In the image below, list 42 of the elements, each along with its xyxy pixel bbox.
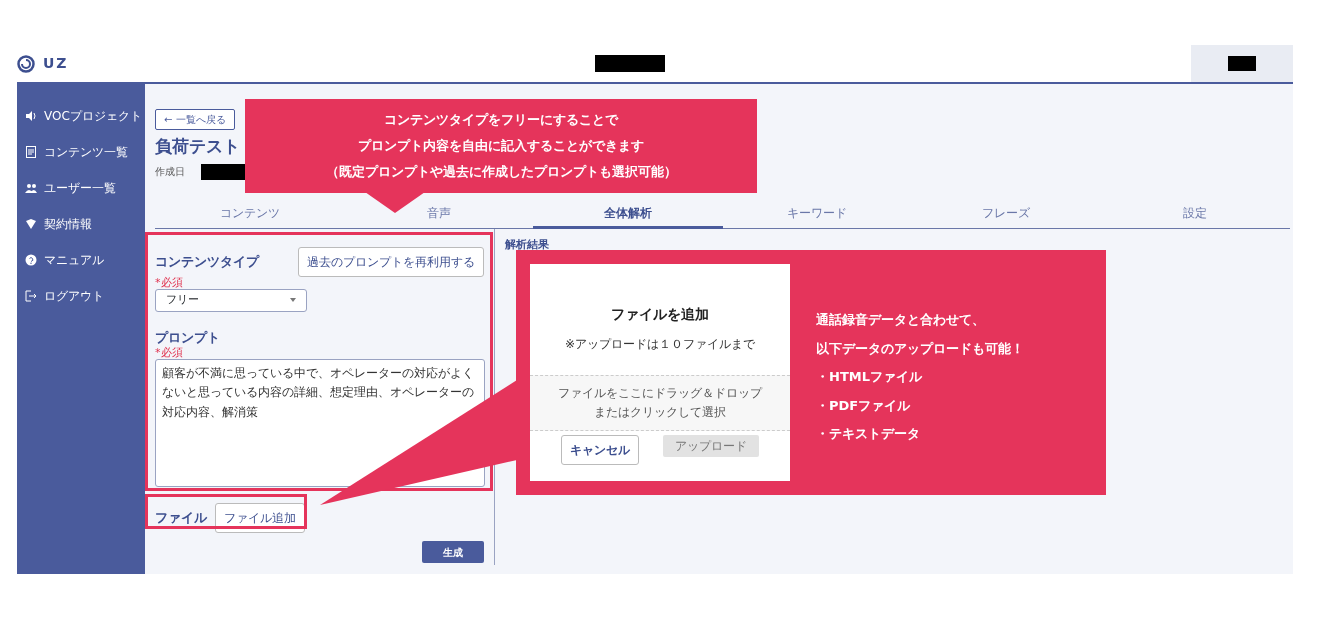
required-label: *必須 <box>155 347 184 360</box>
help-icon <box>25 254 37 266</box>
sidebar-item[interactable]: ログアウト <box>17 278 145 314</box>
sidebar-item[interactable]: 契約情報 <box>17 206 145 242</box>
users-icon <box>25 182 37 194</box>
content-type-select[interactable]: フリー <box>155 288 307 312</box>
sidebar-item[interactable]: VOCプロジェクト <box>17 98 145 134</box>
redacted-block <box>1228 56 1256 71</box>
callout-pointer <box>365 192 425 213</box>
section-heading: コンテンツタイプ <box>155 252 259 271</box>
document-icon <box>25 146 37 158</box>
tab[interactable]: 全体解析 <box>533 197 723 229</box>
cancel-button[interactable]: キャンセル <box>561 435 639 465</box>
logout-icon <box>25 290 37 302</box>
section-heading: 解析結果 <box>504 236 550 253</box>
redacted-block <box>594 55 665 72</box>
section-heading: プロンプト <box>155 328 221 347</box>
tab[interactable]: コンテンツ <box>155 197 345 229</box>
speaker-icon <box>25 110 37 122</box>
logo-text: UZ <box>43 54 69 73</box>
tab[interactable]: フレーズ <box>911 197 1101 229</box>
sidebar-item[interactable]: コンテンツ一覧 <box>17 134 145 170</box>
tab[interactable]: 設定 <box>1100 197 1291 229</box>
dialog-title: ファイルを追加 <box>611 305 709 324</box>
back-button[interactable]: ← 一覧へ戻る <box>155 109 235 130</box>
tab[interactable]: キーワード <box>722 197 912 229</box>
gem-icon <box>25 218 37 230</box>
drop-zone[interactable]: ファイルをここにドラッグ＆ドロップ またはクリックして選択 <box>530 375 790 432</box>
page-title: 負荷テスト <box>155 135 240 158</box>
section-heading: ファイル <box>155 509 207 528</box>
dialog-note: ※アップロードは１０ファイルまで <box>564 336 756 353</box>
add-file-button[interactable]: ファイル追加 <box>215 503 305 534</box>
tab[interactable]: 音声 <box>344 197 534 229</box>
created-label: 作成日 <box>155 165 185 179</box>
reuse-prompt-button[interactable]: 過去のプロンプトを再利用する <box>298 246 484 277</box>
required-label: *必須 <box>155 276 184 289</box>
sidebar-item[interactable]: ユーザー一覧 <box>17 170 145 206</box>
callout-text: 通話録音データと合わせて、 以下データのアップロードも可能！ ・HTMLファイル ・PDFファイル ・テキストデータ <box>816 311 1024 444</box>
generate-button[interactable]: 生成 <box>422 541 484 564</box>
caret-icon <box>290 298 296 303</box>
sidebar-item[interactable]: マニュアル <box>17 242 145 278</box>
logo-icon <box>17 54 35 73</box>
